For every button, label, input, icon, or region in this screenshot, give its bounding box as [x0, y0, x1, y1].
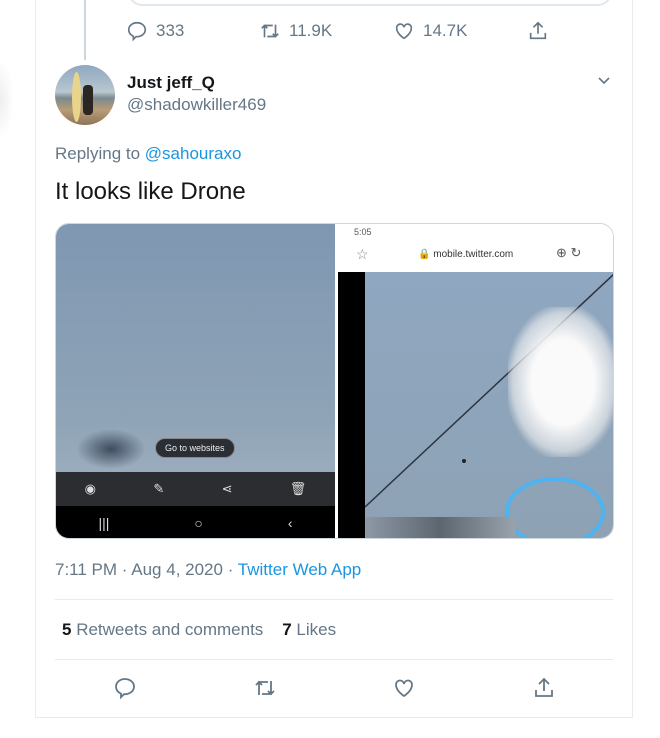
- divider: [55, 599, 613, 600]
- tweet-media[interactable]: Go to websites ◉ ✎ ⋖ 🗑 ||| ○ ‹ 5:05 ☆ 🔒 mobil…: [55, 223, 614, 539]
- share-button[interactable]: [527, 20, 549, 42]
- tweet-time[interactable]: 7:11 PM: [55, 560, 117, 579]
- divider: [55, 659, 613, 660]
- go-to-websites-tooltip: Go to websites: [155, 438, 235, 458]
- reply-button[interactable]: 333: [126, 20, 184, 42]
- video-frame: [338, 272, 613, 538]
- tweet-date[interactable]: Aug 4, 2020: [131, 560, 223, 579]
- browser-url: 🔒 mobile.twitter.com: [418, 249, 514, 260]
- replying-to: Replying to @sahouraxo: [55, 144, 242, 163]
- highlight-circle: [505, 477, 605, 538]
- download-reload-icons: ⊕ ↻: [556, 245, 582, 260]
- home-icon: ○: [194, 515, 203, 531]
- buildings: [365, 517, 515, 538]
- cloud: [508, 307, 613, 457]
- retweets-stat[interactable]: 5 Retweets and comments: [62, 620, 263, 639]
- heart-icon: [395, 679, 413, 698]
- avatar-person: [83, 85, 93, 115]
- share-button[interactable]: [532, 676, 556, 705]
- black-bar: [338, 272, 365, 538]
- eye-icon: ◉: [84, 481, 96, 496]
- blur-shape: [76, 429, 146, 469]
- tweet-source[interactable]: Twitter Web App: [238, 560, 361, 579]
- avatar-surfboard: [72, 72, 81, 122]
- share-icon: [535, 677, 553, 697]
- retweet-icon: [261, 24, 279, 38]
- recents-icon: |||: [98, 515, 110, 531]
- comment-icon: [127, 21, 147, 42]
- thread-line: [84, 0, 86, 60]
- share-icon: [529, 21, 547, 40]
- media-image-left[interactable]: Go to websites ◉ ✎ ⋖ 🗑 ||| ○ ‹: [56, 224, 335, 538]
- like-button[interactable]: [392, 676, 416, 705]
- heart-icon: [395, 23, 413, 40]
- retweet-button[interactable]: 11.9K: [259, 20, 332, 42]
- tweet-text: It looks like Drone: [55, 178, 246, 205]
- display-name[interactable]: Just jeff_Q: [127, 73, 215, 93]
- retweet-button[interactable]: [253, 676, 277, 705]
- avatar[interactable]: [55, 65, 115, 125]
- share-nodes-icon: ⋖: [221, 481, 233, 496]
- more-options-button[interactable]: [596, 73, 612, 94]
- gallery-toolbar: ◉ ✎ ⋖ 🗑: [56, 472, 335, 506]
- like-button[interactable]: 14.7K: [393, 20, 467, 42]
- comment-icon: [115, 678, 135, 700]
- phone-status-time: 5:05: [354, 227, 372, 237]
- back-icon: ‹: [287, 515, 293, 531]
- chevron-down-icon: [598, 77, 610, 85]
- tweet-stats: 5 Retweets and comments 7 Likes: [62, 620, 336, 640]
- star-icon: ☆: [356, 246, 369, 262]
- edge-shadow: [0, 60, 14, 140]
- tweet-metadata: 7:11 PM · Aug 4, 2020 · Twitter Web App: [55, 560, 362, 579]
- media-image-right[interactable]: 5:05 ☆ 🔒 mobile.twitter.com ⊕ ↻: [338, 224, 613, 538]
- likes-stat[interactable]: 7 Likes: [282, 620, 336, 639]
- pencil-icon: ✎: [153, 481, 165, 496]
- drone-dot: [462, 459, 466, 463]
- android-nav-bar: ||| ○ ‹: [56, 506, 335, 538]
- user-handle[interactable]: @shadowkiller469: [127, 95, 266, 115]
- trash-icon: 🗑: [289, 481, 307, 496]
- retweet-icon: [255, 680, 275, 696]
- reply-button[interactable]: [113, 676, 137, 705]
- replying-to-link[interactable]: @sahouraxo: [145, 144, 242, 163]
- quoted-tweet-box[interactable]: [128, 0, 612, 6]
